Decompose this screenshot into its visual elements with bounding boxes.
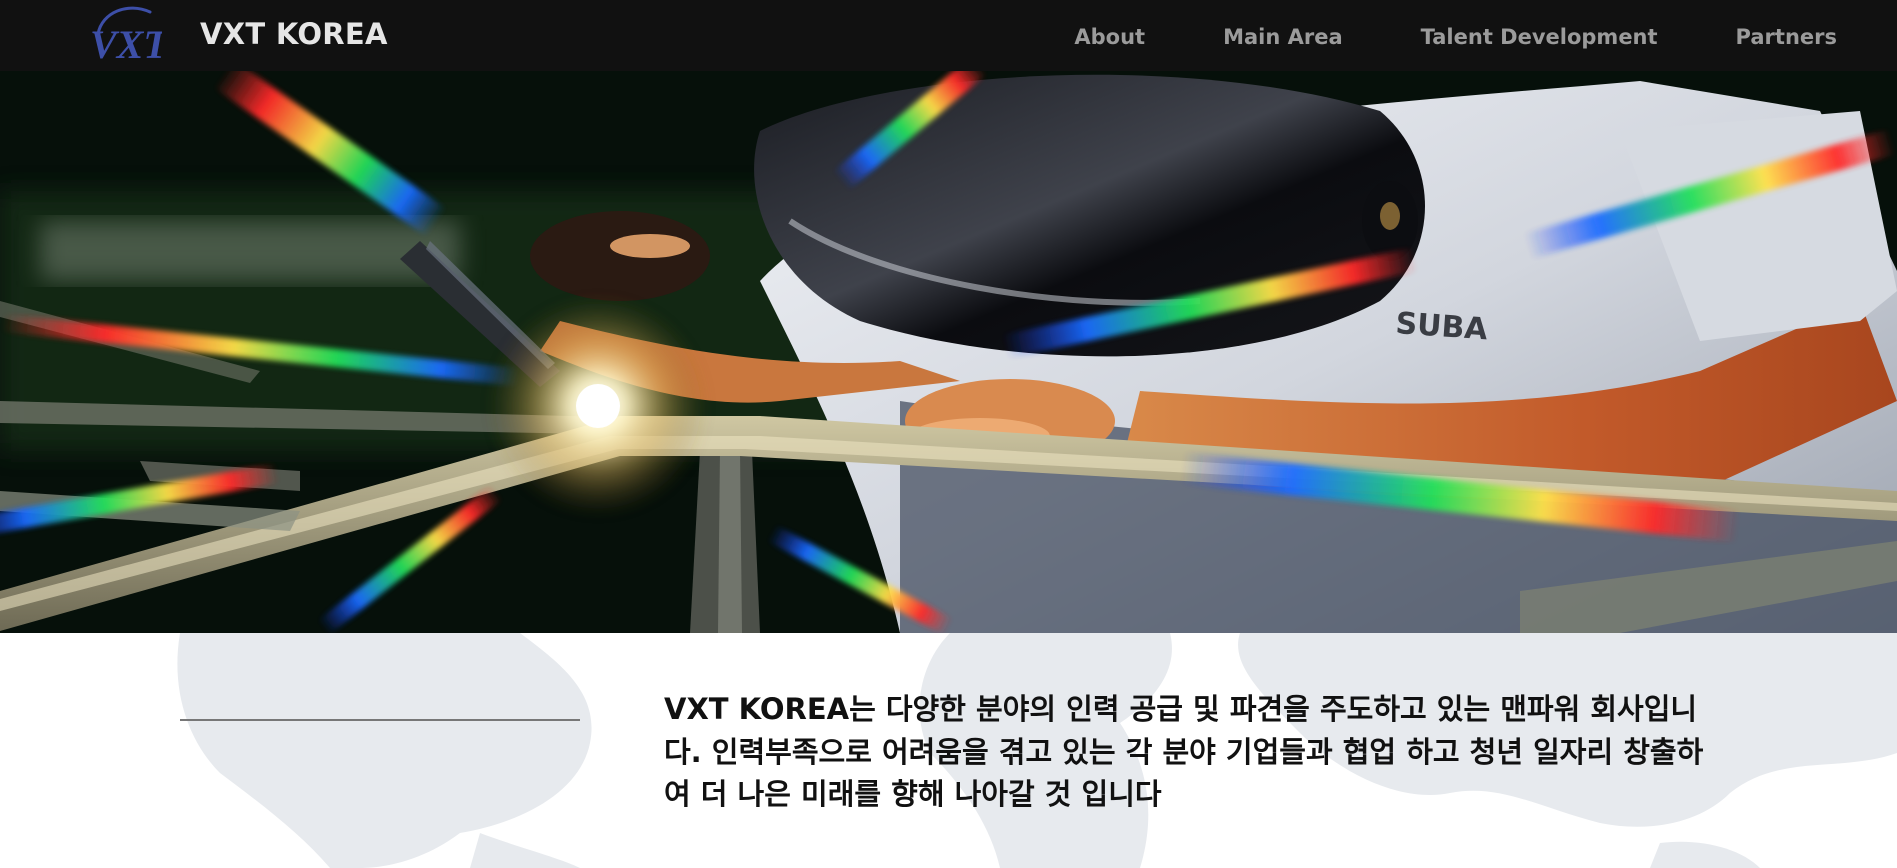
- nav-partners[interactable]: Partners: [1736, 27, 1837, 48]
- nav-talent-development[interactable]: Talent Development: [1421, 27, 1658, 48]
- brand-name[interactable]: VXT KOREA: [200, 20, 388, 49]
- intro-paragraph: VXT KOREA는 다양한 분야의 인력 공급 및 파견을 주도하고 있는 맨…: [664, 692, 1704, 811]
- shirt-print: SUBA: [1394, 306, 1489, 347]
- hero-banner: SUBA: [0, 71, 1897, 633]
- intro-section: VXT KOREA는 다양한 분야의 인력 공급 및 파견을 주도하고 있는 맨…: [0, 633, 1897, 868]
- nav-main-area[interactable]: Main Area: [1223, 27, 1343, 48]
- logo-lettering: VXT: [90, 22, 162, 64]
- top-navbar: VXT VXT KOREA About Main Area Talent Dev…: [0, 0, 1897, 72]
- vxt-logo-icon[interactable]: VXT: [88, 4, 162, 64]
- section-divider: [180, 719, 580, 721]
- main-nav: About Main Area Talent Development Partn…: [1074, 27, 1837, 48]
- welder-with-prism-light-icon: SUBA: [0, 71, 1897, 633]
- nav-about[interactable]: About: [1074, 27, 1145, 48]
